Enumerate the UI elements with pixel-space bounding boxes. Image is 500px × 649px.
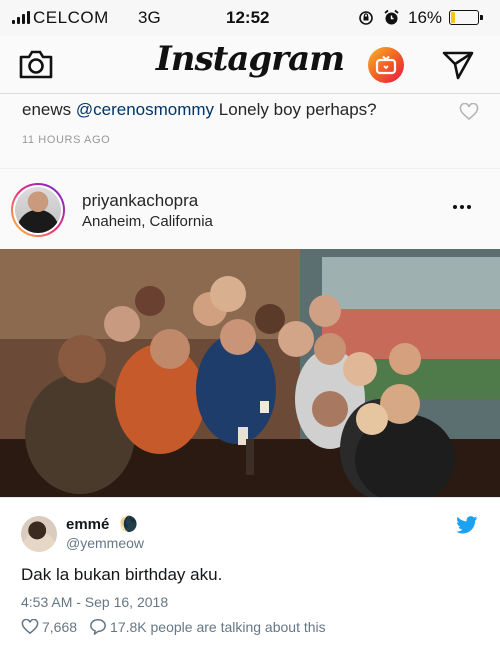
instagram-screenshot: CELCOM 3G 12:52 16% Instagram enews @cer… <box>0 0 500 498</box>
instagram-logo: Instagram <box>155 39 345 79</box>
tweet-conversation-link[interactable]: 17.8K people are talking about this <box>89 618 326 635</box>
tweet-text: Dak la bukan birthday aku. <box>21 565 223 584</box>
tweet-actions: 7,668 17.8K people are talking about thi… <box>21 618 338 635</box>
alarm-icon <box>384 9 399 25</box>
post-header: priyankachopra Anaheim, California <box>0 168 500 248</box>
network-type: 3G <box>138 8 161 27</box>
camera-icon[interactable] <box>18 48 54 80</box>
heart-icon <box>21 618 39 634</box>
battery-icon <box>449 10 483 25</box>
orientation-lock-icon <box>359 10 373 25</box>
tweet-display-name[interactable]: emmé <box>66 516 109 533</box>
more-options-icon[interactable] <box>453 205 471 209</box>
tweet-timestamp[interactable]: 4:53 AM - Sep 16, 2018 <box>21 594 168 610</box>
twitter-bird-icon[interactable] <box>456 516 478 534</box>
comment-text: Lonely boy perhaps? <box>218 100 377 119</box>
igtv-icon[interactable] <box>368 47 404 83</box>
direct-message-icon[interactable] <box>441 49 475 81</box>
tweet-like-count: 7,668 <box>42 618 78 635</box>
tweet-name-emoji: 🌘 <box>119 516 138 533</box>
post-photo <box>0 249 500 497</box>
comment-row: enews @cerenosmommy Lonely boy perhaps? <box>22 100 377 120</box>
battery-level-fill <box>451 12 455 23</box>
tweet-card: emmé 🌘 @yemmeow Dak la bukan birthday ak… <box>0 498 500 649</box>
battery-percent: 16% <box>408 8 443 27</box>
tweet-handle[interactable]: @yemmeow <box>66 535 144 551</box>
status-bar: CELCOM 3G 12:52 16% <box>0 0 500 36</box>
signal-strength-icon <box>12 11 30 24</box>
comment-time-ago: 11 HOURS AGO <box>22 134 111 146</box>
group-photo-illustration <box>0 249 500 497</box>
like-comment-heart-icon[interactable] <box>459 103 479 121</box>
carrier-name: CELCOM <box>33 8 109 27</box>
post-avatar[interactable] <box>11 183 65 237</box>
status-clock: 12:52 <box>226 8 270 27</box>
tv-glyph-icon <box>375 55 397 75</box>
tweet-avatar[interactable] <box>21 516 57 552</box>
post-username[interactable]: priyankachopra <box>82 191 198 211</box>
comment-mention[interactable]: @cerenosmommy <box>76 100 214 119</box>
tweet-like-button[interactable]: 7,668 <box>21 618 78 635</box>
speech-bubble-icon <box>90 619 106 635</box>
comment-username[interactable]: enews <box>22 100 71 119</box>
instagram-header: Instagram <box>0 36 500 94</box>
tweet-talking-count: 17.8K people are talking about this <box>110 618 326 635</box>
post-location[interactable]: Anaheim, California <box>82 213 213 230</box>
